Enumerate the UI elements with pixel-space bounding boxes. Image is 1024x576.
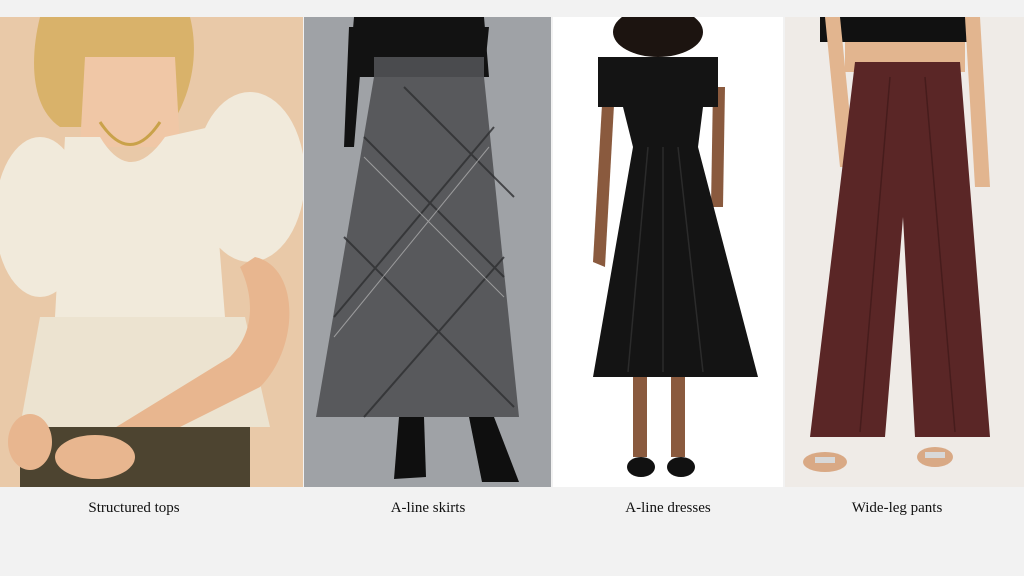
caption-a-line-dresses: A-line dresses: [625, 500, 711, 516]
caption-a-line-skirts: A-line skirts: [390, 500, 466, 516]
photo-wide-leg-pants: [785, 17, 1024, 487]
caption-wide-leg-pants: Wide-leg pants: [851, 500, 943, 516]
photo-structured-tops: [0, 17, 303, 487]
photo-a-line-dresses: [553, 17, 783, 487]
photo-a-line-skirts: [304, 17, 551, 487]
caption-structured-tops: Structured tops: [88, 500, 180, 516]
